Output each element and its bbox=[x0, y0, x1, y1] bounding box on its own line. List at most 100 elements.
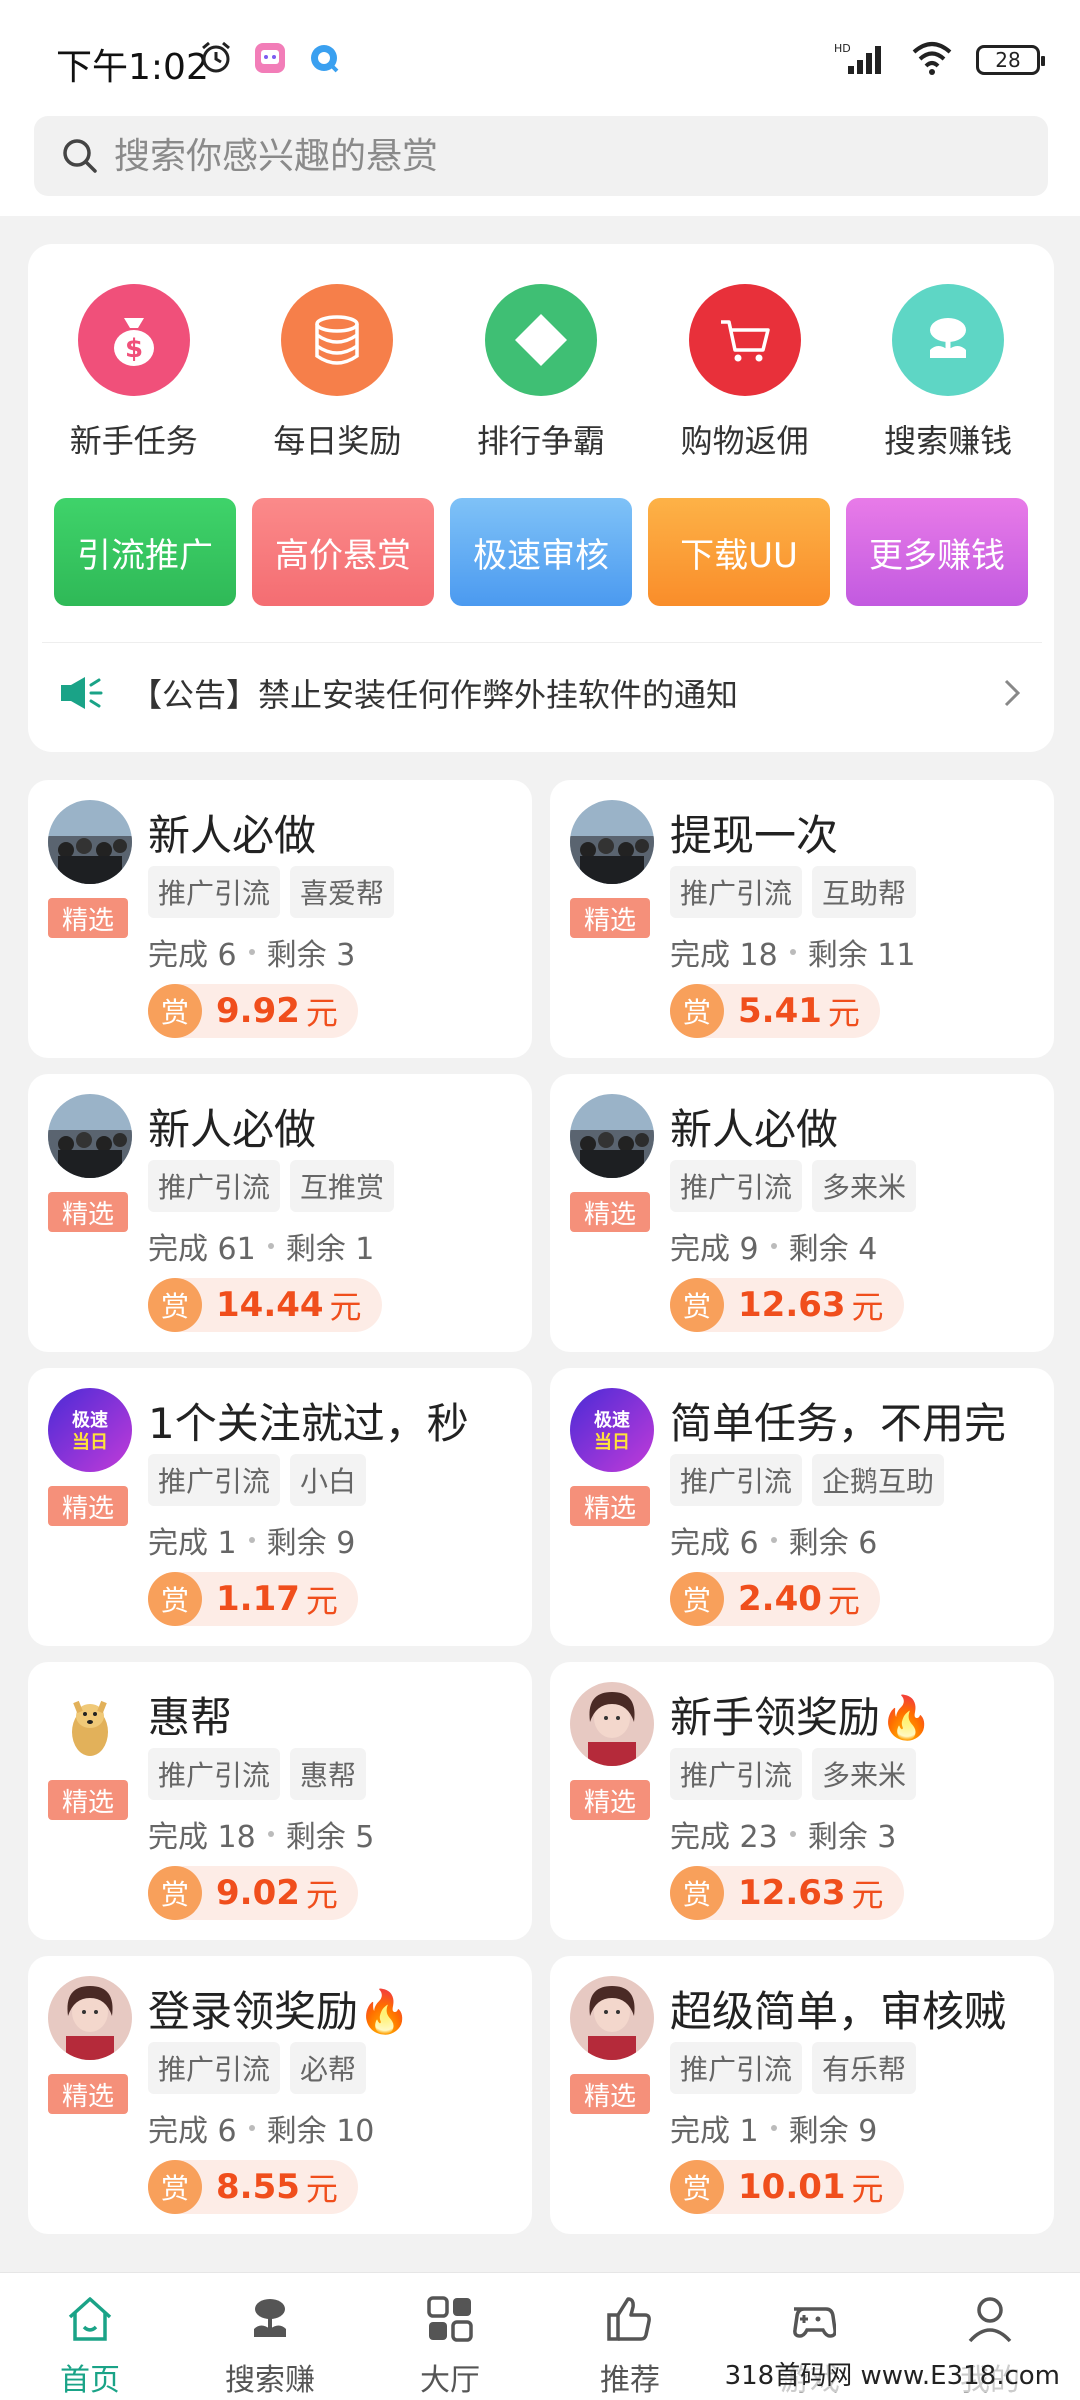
battery-icon: 28 bbox=[976, 45, 1045, 75]
task-stats: 完成 9 剩余 4 bbox=[670, 1224, 877, 1268]
nav-hall[interactable]: 大厅 bbox=[360, 2273, 540, 2400]
nav-search-earn[interactable]: 搜索赚 bbox=[180, 2273, 360, 2400]
category-shopping-rebate[interactable]: 购物返佣 bbox=[650, 284, 840, 462]
watermark: 318首码网 www.E318.com bbox=[720, 2355, 1064, 2392]
task-stats: 完成 6 剩余 3 bbox=[148, 930, 355, 974]
task-card[interactable]: 精选 新人必做 推广引流 多来米 完成 9 剩余 4 赏 12.63 元 bbox=[550, 1074, 1054, 1352]
task-avatar: 极速 当日 bbox=[48, 1388, 132, 1472]
person-icon bbox=[962, 2291, 1018, 2347]
reward-unit: 元 bbox=[827, 1582, 860, 1620]
task-title: 超级简单，审核贼 bbox=[670, 1987, 1007, 2036]
separator-dot bbox=[770, 2125, 777, 2131]
category-label: 购物返佣 bbox=[680, 422, 809, 460]
announcement-bar[interactable]: 【公告】禁止安装任何作弊外挂软件的通知 bbox=[42, 642, 1042, 742]
featured-badge: 精选 bbox=[570, 898, 650, 938]
task-tag: 推广引流 bbox=[148, 866, 281, 918]
nav-recommend[interactable]: 推荐 bbox=[540, 2273, 720, 2400]
task-card[interactable]: 精选 超级简单，审核贼 推广引流 有乐帮 完成 1 剩余 9 赏 10.01 元 bbox=[550, 1956, 1054, 2234]
chip-more-earn[interactable]: 更多赚钱 bbox=[846, 498, 1028, 606]
nav-home[interactable]: 首页 bbox=[0, 2273, 180, 2400]
separator-dot bbox=[789, 949, 796, 955]
task-tag: 小白 bbox=[290, 1454, 367, 1506]
category-leaderboard[interactable]: 排行争霸 bbox=[446, 284, 636, 462]
stats-left-value: 5 bbox=[355, 1820, 375, 1855]
task-avatar bbox=[48, 1682, 132, 1766]
reward-unit: 元 bbox=[305, 1582, 338, 1620]
stats-left-value: 10 bbox=[336, 2114, 375, 2149]
task-card[interactable]: 精选 新手领奖励🔥 推广引流 多来米 完成 23 剩余 3 赏 12.63 元 bbox=[550, 1662, 1054, 1940]
grid-icon bbox=[422, 2291, 478, 2347]
stats-done: 完成 1 bbox=[670, 2106, 759, 2150]
task-card[interactable]: 极速 当日 精选 1个关注就过，秒 推广引流 小白 完成 1 剩余 9 赏 1.17 元 bbox=[28, 1368, 532, 1646]
task-avatar bbox=[570, 800, 654, 884]
stats-done: 完成 9 bbox=[670, 1224, 759, 1268]
svg-text:极速: 极速 bbox=[594, 1409, 630, 1431]
reward-pill: 赏 5.41 元 bbox=[670, 984, 880, 1038]
task-card[interactable]: 精选 新人必做 推广引流 喜爱帮 完成 6 剩余 3 赏 9.92 元 bbox=[28, 780, 532, 1058]
task-card[interactable]: 极速 当日 精选 简单任务，不用完 推广引流 企鹅互助 完成 6 剩余 6 赏 2.40 元 bbox=[550, 1368, 1054, 1646]
chip-download-uu[interactable]: 下载UU bbox=[648, 498, 830, 606]
reward-pill: 赏 10.01 元 bbox=[670, 2160, 904, 2214]
stats-done-value: 9 bbox=[739, 1232, 759, 1267]
task-tag: 推广引流 bbox=[148, 1454, 281, 1506]
reward-pill: 赏 1.17 元 bbox=[148, 1572, 358, 1626]
stats-done: 完成 18 bbox=[670, 930, 778, 974]
reward-amount: 12.63 bbox=[738, 1873, 846, 1913]
task-card[interactable]: 精选 登录领奖励🔥 推广引流 必帮 完成 6 剩余 10 赏 8.55 元 bbox=[28, 1956, 532, 2234]
coins-stack-icon bbox=[281, 284, 394, 396]
stats-left-value: 1 bbox=[355, 1232, 375, 1267]
chip-fast-review[interactable]: 极速审核 bbox=[450, 498, 632, 606]
task-avatar bbox=[570, 1094, 654, 1178]
home-icon bbox=[62, 2291, 118, 2347]
category-label: 搜索赚钱 bbox=[884, 422, 1013, 460]
alarm-icon bbox=[196, 38, 236, 78]
task-title: 提现一次 bbox=[670, 811, 839, 860]
task-card[interactable]: 精选 新人必做 推广引流 互推赏 完成 61 剩余 1 赏 14.44 元 bbox=[28, 1074, 532, 1352]
task-tag: 推广引流 bbox=[148, 1160, 281, 1212]
task-tags: 推广引流 小白 bbox=[148, 1454, 367, 1506]
status-system-icons: HD 28 bbox=[834, 40, 1045, 80]
search-input[interactable] bbox=[114, 135, 994, 177]
chip-high-bounty[interactable]: 高价悬赏 bbox=[252, 498, 434, 606]
stats-left-value: 11 bbox=[877, 938, 916, 973]
featured-badge: 精选 bbox=[570, 2074, 650, 2114]
stats-done: 完成 6 bbox=[148, 930, 237, 974]
stats-left-value: 4 bbox=[858, 1232, 878, 1267]
task-tags: 推广引流 喜爱帮 bbox=[148, 866, 395, 918]
stats-left-label: 剩余 bbox=[788, 1526, 849, 1561]
search-box[interactable] bbox=[34, 116, 1048, 196]
feature-card: $ 新手任务 每日奖励 排行争霸 购物返佣 搜索赚钱 引流推广 高价悬赏 极速审… bbox=[28, 244, 1054, 752]
task-tags: 推广引流 互助帮 bbox=[670, 866, 917, 918]
task-avatar bbox=[48, 1976, 132, 2060]
stats-done-label: 完成 bbox=[148, 938, 208, 973]
category-new-user-tasks[interactable]: $ 新手任务 bbox=[39, 284, 229, 462]
task-tags: 推广引流 多来米 bbox=[670, 1160, 917, 1212]
reward-unit: 元 bbox=[305, 2170, 338, 2208]
status-time: 下午1:02 bbox=[56, 47, 209, 88]
reward-pill: 赏 8.55 元 bbox=[148, 2160, 358, 2214]
task-card[interactable]: 精选 提现一次推广引流 互助帮完成 18 剩余 11 赏 5.41 元 bbox=[550, 780, 1054, 1058]
category-daily-reward[interactable]: 每日奖励 bbox=[242, 284, 432, 462]
task-tag: 推广引流 bbox=[148, 1748, 281, 1800]
task-tag: 推广引流 bbox=[670, 1454, 803, 1506]
status-notification-icons bbox=[196, 38, 344, 78]
reward-unit: 元 bbox=[305, 994, 338, 1032]
task-card[interactable]: 精选 惠帮 推广引流 惠帮 完成 18 剩余 5 赏 9.02 元 bbox=[28, 1662, 532, 1940]
stats-left: 剩余 9 bbox=[789, 2106, 878, 2150]
stats-left: 剩余 11 bbox=[808, 930, 916, 974]
stats-left: 剩余 9 bbox=[267, 1518, 356, 1562]
reward-icon: 赏 bbox=[148, 984, 202, 1038]
reward-icon: 赏 bbox=[670, 2160, 724, 2214]
reward-icon: 赏 bbox=[148, 1572, 202, 1626]
task-tag: 惠帮 bbox=[290, 1748, 367, 1800]
chip-traffic-promotion[interactable]: 引流推广 bbox=[54, 498, 236, 606]
stats-left-label: 剩余 bbox=[266, 1526, 327, 1561]
separator-dot bbox=[789, 1831, 796, 1837]
signal-icon: HD bbox=[834, 40, 888, 80]
app-notification-icon bbox=[250, 38, 290, 78]
reward-amount: 10.01 bbox=[738, 2167, 846, 2207]
task-avatar: 极速 当日 bbox=[570, 1388, 654, 1472]
task-tag: 推广引流 bbox=[670, 1748, 803, 1800]
category-search-earn[interactable]: 搜索赚钱 bbox=[853, 284, 1043, 462]
svg-text:当日: 当日 bbox=[594, 1431, 630, 1453]
